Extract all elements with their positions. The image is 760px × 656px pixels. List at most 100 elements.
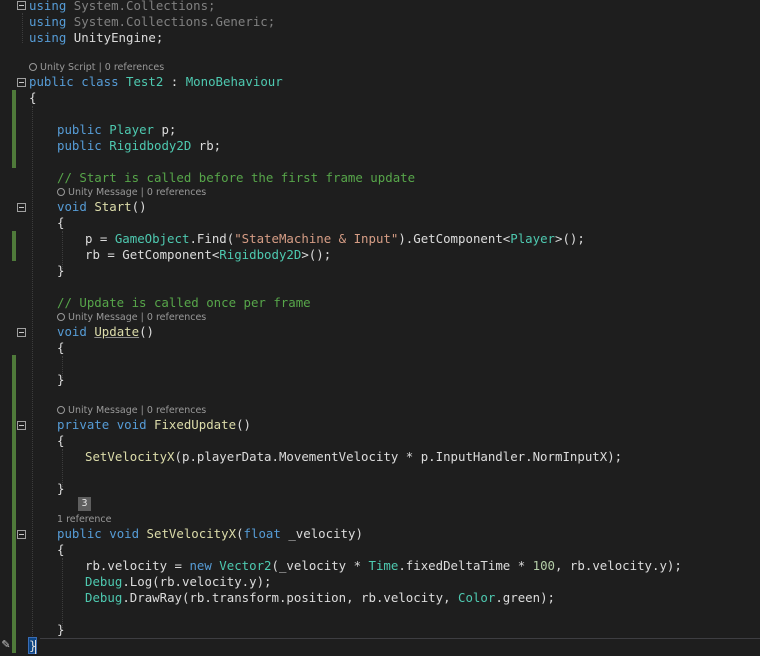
keyword: void xyxy=(109,526,140,541)
code-line[interactable]: void Update() xyxy=(57,324,154,340)
namespace-text: System.Collections; xyxy=(73,0,216,13)
codelens-icon xyxy=(57,313,65,321)
codelens-label[interactable]: Unity Message xyxy=(68,312,138,323)
keyword: void xyxy=(116,417,147,432)
code-line[interactable]: void Start() xyxy=(57,199,147,215)
codelens-separator: | xyxy=(137,312,147,323)
keyword: using xyxy=(29,30,67,45)
code-line[interactable]: { xyxy=(57,340,64,356)
code-line[interactable]: using System.Collections; xyxy=(29,0,216,14)
code-line[interactable]: p = GameObject.Find("StateMachine & Inpu… xyxy=(85,231,585,247)
codelens-update[interactable]: Unity Message | 0 references xyxy=(57,311,206,324)
change-marker xyxy=(12,355,16,653)
codelens-separator: | xyxy=(137,187,147,198)
code-line[interactable]: rb.velocity = new Vector2(_velocity * Ti… xyxy=(85,558,682,574)
fold-toggle-icon[interactable] xyxy=(17,203,26,212)
type-name: GameObject xyxy=(114,231,190,246)
code-line[interactable]: } xyxy=(57,481,64,497)
codelens-references[interactable]: 0 references xyxy=(147,187,206,198)
code-text: .fixedDeltaTime * xyxy=(398,558,533,573)
method-name: Update xyxy=(94,324,140,339)
code-line[interactable]: { xyxy=(57,215,64,231)
namespace-text: UnityEngine; xyxy=(73,30,164,45)
brace: { xyxy=(57,433,65,448)
code-line[interactable]: using UnityEngine; xyxy=(29,30,163,46)
code-text: >(); xyxy=(301,247,332,262)
code-line[interactable]: public Player p; xyxy=(57,122,176,138)
fold-toggle-icon[interactable] xyxy=(17,1,26,10)
codelens-label[interactable]: Unity Message xyxy=(68,405,138,416)
code-text: .DrawRay(rb.transform.position, rb.veloc… xyxy=(122,590,459,605)
base-class: MonoBehaviour xyxy=(185,74,283,89)
codelens-fixedupdate[interactable]: Unity Message | 0 references xyxy=(57,404,206,417)
code-line[interactable]: } xyxy=(57,263,64,279)
code-text: .Log(rb.velocity.y); xyxy=(122,574,272,589)
code-line[interactable]: public class Test2 : MonoBehaviour xyxy=(29,74,283,90)
codelens-references[interactable]: 0 references xyxy=(105,62,164,73)
keyword: using xyxy=(29,0,67,13)
class-name: Test2 xyxy=(126,74,164,89)
code-line[interactable]: private void FixedUpdate() xyxy=(57,417,251,433)
keyword: private xyxy=(57,417,110,432)
pin-icon[interactable]: ✎ xyxy=(0,638,12,652)
codelens-class[interactable]: Unity Script | 0 references xyxy=(29,61,164,74)
fold-toggle-icon[interactable] xyxy=(17,421,26,430)
type-name: Player xyxy=(510,231,556,246)
keyword: using xyxy=(29,14,67,29)
brace: { xyxy=(29,90,37,105)
inline-hint-badge[interactable]: 3 xyxy=(78,497,91,511)
string-literal: "StateMachine & Input" xyxy=(234,231,399,246)
code-text: (_velocity * xyxy=(271,558,369,573)
code-editor[interactable]: using System.Collections; using System.C… xyxy=(0,0,760,656)
codelens-setvelocityx[interactable]: 1 reference xyxy=(57,513,111,526)
keyword: public xyxy=(29,74,74,89)
codelens-references[interactable]: 0 references xyxy=(147,405,206,416)
codelens-label[interactable]: Unity Script xyxy=(40,62,96,73)
code-text: _velocity) xyxy=(280,526,363,541)
code-text: .Find( xyxy=(189,231,235,246)
brace: { xyxy=(57,542,65,557)
fold-toggle-icon[interactable] xyxy=(17,328,26,337)
fold-toggle-icon[interactable] xyxy=(17,530,26,539)
code-text: () xyxy=(139,324,154,339)
method-name: FixedUpdate xyxy=(154,417,237,432)
comment[interactable]: // Update is called once per frame xyxy=(57,295,311,311)
code-line[interactable]: } xyxy=(57,372,64,388)
code-text: p; xyxy=(154,122,177,137)
brace: } xyxy=(57,622,65,637)
method-name: Start xyxy=(94,199,132,214)
keyword: float xyxy=(243,526,281,541)
keyword: new xyxy=(189,558,212,573)
fold-toggle-icon[interactable] xyxy=(17,78,26,87)
code-text: ).GetComponent< xyxy=(398,231,511,246)
code-text: rb = GetComponent< xyxy=(85,247,220,262)
code-text: ( xyxy=(236,526,244,541)
code-text: : xyxy=(163,74,186,89)
codelens-references[interactable]: 0 references xyxy=(147,312,206,323)
code-text: (p.playerData.MovementVelocity * p.Input… xyxy=(174,449,623,464)
code-line[interactable]: using System.Collections.Generic; xyxy=(29,14,275,30)
codelens-references[interactable]: 1 reference xyxy=(57,514,111,525)
brace: } xyxy=(57,481,65,496)
brace: } xyxy=(57,263,65,278)
keyword: class xyxy=(81,74,119,89)
codelens-separator: | xyxy=(95,62,105,73)
code-text: .green); xyxy=(495,590,556,605)
code-text: rb; xyxy=(191,138,222,153)
code-line[interactable]: { xyxy=(29,90,36,106)
code-line[interactable]: Debug.DrawRay(rb.transform.position, rb.… xyxy=(85,590,555,606)
comment[interactable]: // Start is called before the first fram… xyxy=(57,170,415,186)
codelens-start[interactable]: Unity Message | 0 references xyxy=(57,186,206,199)
code-line[interactable]: SetVelocityX(p.playerData.MovementVeloci… xyxy=(85,449,622,465)
namespace-text: System.Collections.Generic; xyxy=(73,14,276,29)
code-line[interactable]: rb = GetComponent<Rigidbody2D>(); xyxy=(85,247,331,263)
indent-guide xyxy=(22,13,23,43)
code-line[interactable]: public void SetVelocityX(float _velocity… xyxy=(57,526,363,542)
code-line[interactable]: { xyxy=(57,542,64,558)
codelens-label[interactable]: Unity Message xyxy=(68,187,138,198)
code-line[interactable]: public Rigidbody2D rb; xyxy=(57,138,221,154)
code-line[interactable]: Debug.Log(rb.velocity.y); xyxy=(85,574,272,590)
number-literal: 100 xyxy=(532,558,556,573)
code-line[interactable]: { xyxy=(57,433,64,449)
code-line[interactable]: } xyxy=(57,622,64,638)
